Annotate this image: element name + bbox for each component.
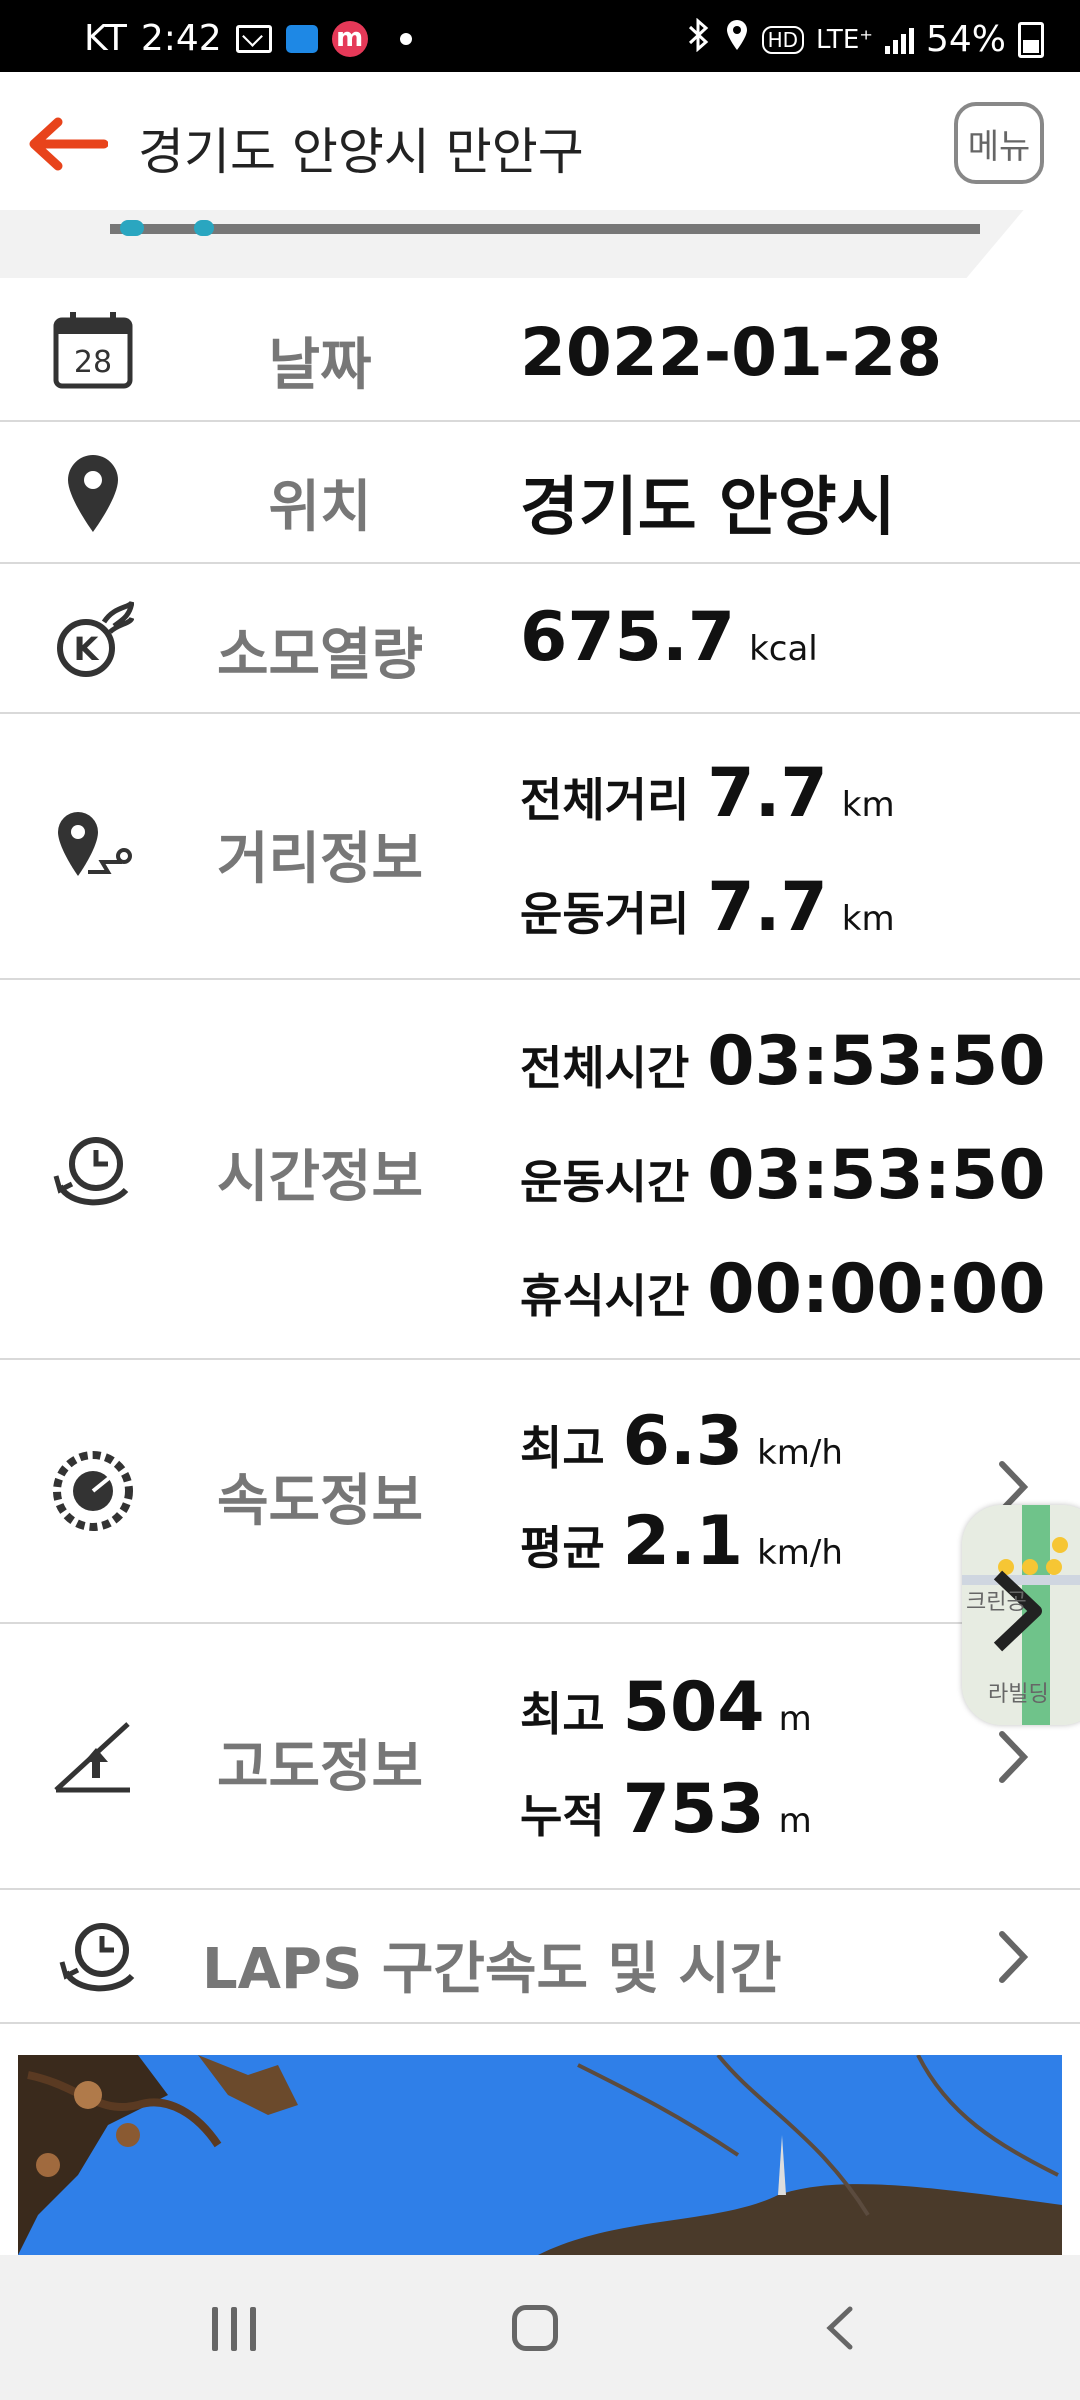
location-label: 위치: [268, 475, 372, 540]
location-icon: [724, 18, 750, 61]
max-speed-label: 최고: [520, 1421, 605, 1475]
network-type: LTE⁺: [816, 24, 873, 55]
route-marker: [194, 220, 214, 236]
location-value: 경기도 안양시: [520, 471, 896, 545]
row-time: 시간정보 전체시간 03:53:50 운동시간 03:53:50 휴식시간 00…: [0, 980, 1080, 1360]
max-speed-value: 6.3: [622, 1402, 744, 1481]
location-pin-icon: [52, 452, 134, 534]
system-nav-bar: [0, 2255, 1080, 2400]
moving-distance-value: 7.7: [707, 868, 828, 947]
moving-distance-unit: km: [841, 899, 895, 939]
back-icon[interactable]: [820, 2305, 860, 2351]
notification-dot-icon: [399, 32, 412, 45]
avg-speed-unit: km/h: [757, 1533, 843, 1573]
laps-label: LAPS 구간속도 및 시간: [202, 1937, 782, 2002]
map-edge: [939, 210, 1080, 278]
clock-rewind-icon: [58, 1916, 140, 1998]
distance-label: 거리정보: [216, 827, 424, 892]
calendar-icon: 28: [52, 308, 134, 390]
calorie-flame-icon: K: [52, 600, 135, 682]
cumulative-altitude-value: 753: [622, 1770, 765, 1849]
rest-time-label: 휴식시간: [520, 1269, 690, 1323]
clock-time: 2:42: [140, 18, 222, 59]
recent-apps-icon[interactable]: [212, 2307, 256, 2351]
row-altitude[interactable]: 고도정보 최고 504 m 누적 753 m: [0, 1624, 1080, 1890]
calories-value: 675.7: [520, 598, 736, 677]
map-preview-strip[interactable]: [0, 210, 1080, 278]
route-road: [110, 224, 980, 234]
chevron-right-icon[interactable]: [996, 1730, 1030, 1784]
max-altitude-label: 최고: [520, 1687, 605, 1741]
row-calories: K 소모열량 675.7 kcal: [0, 564, 1080, 714]
m-app-icon: m: [331, 20, 368, 57]
wallet-icon: [285, 24, 318, 53]
cumulative-altitude-unit: m: [778, 1801, 812, 1841]
row-laps[interactable]: LAPS 구간속도 및 시간: [0, 1890, 1080, 2024]
chevron-right-icon[interactable]: [996, 1930, 1030, 1984]
date-label: 날짜: [268, 333, 372, 398]
max-speed-unit: km/h: [757, 1433, 843, 1473]
hd-icon: HD: [761, 25, 805, 54]
speed-label: 속도정보: [216, 1469, 424, 1534]
moving-time-label: 운동시간: [520, 1155, 690, 1209]
total-time-value: 03:53:50: [707, 1022, 1046, 1101]
bluetooth-icon: [686, 17, 712, 61]
signal-icon: [884, 26, 914, 54]
route-pin-icon: [52, 806, 134, 888]
map-thumbnail[interactable]: 크린공 라빌딩: [962, 1505, 1080, 1725]
moving-distance-label: 운동거리: [520, 887, 690, 941]
calories-unit: kcal: [749, 629, 818, 669]
date-value: 2022-01-28: [520, 314, 943, 391]
page-title: 경기도 안양시 만안구: [138, 123, 584, 181]
route-marker: [120, 220, 144, 236]
mail-icon: [235, 24, 272, 53]
back-arrow-icon[interactable]: [24, 114, 109, 174]
map-label: 라빌딩: [988, 1682, 1049, 1707]
total-distance-value: 7.7: [707, 754, 828, 833]
activity-photo[interactable]: [18, 2055, 1062, 2255]
home-icon[interactable]: [512, 2305, 558, 2351]
speedometer-icon: [52, 1450, 134, 1532]
calendar-day: 28: [74, 345, 112, 380]
carrier-label: KT: [84, 18, 127, 59]
battery-icon: [1018, 21, 1044, 58]
status-bar: KT 2:42 m HD LTE⁺ 54%: [0, 0, 1080, 72]
total-time-label: 전체시간: [520, 1041, 690, 1095]
moving-time-value: 03:53:50: [707, 1136, 1046, 1215]
battery-percent: 54%: [925, 19, 1006, 60]
svg-text:K: K: [74, 630, 100, 668]
row-location: 위치 경기도 안양시: [0, 422, 1080, 564]
total-distance-label: 전체거리: [520, 773, 690, 827]
clock-rewind-icon: [52, 1130, 134, 1212]
total-distance-unit: km: [841, 785, 895, 825]
max-altitude-value: 504: [622, 1668, 765, 1747]
rest-time-value: 00:00:00: [707, 1250, 1046, 1329]
time-label: 시간정보: [216, 1145, 424, 1210]
avg-speed-value: 2.1: [622, 1502, 744, 1581]
row-date: 28 날짜 2022-01-28: [0, 278, 1080, 422]
altitude-label: 고도정보: [216, 1735, 424, 1800]
altitude-slope-icon: [52, 1716, 134, 1798]
max-altitude-unit: m: [778, 1699, 812, 1739]
cumulative-altitude-label: 누적: [520, 1789, 605, 1843]
app-header: 경기도 안양시 만안구 메뉴: [0, 72, 1080, 211]
row-speed[interactable]: 속도정보 최고 6.3 km/h 평균 2.1 km/h: [0, 1360, 1080, 1624]
menu-button[interactable]: 메뉴: [954, 102, 1044, 184]
map-label: 크린공: [966, 1590, 1027, 1615]
avg-speed-label: 평균: [520, 1521, 605, 1575]
calories-label: 소모열량: [216, 623, 424, 688]
row-distance: 거리정보 전체거리 7.7 km 운동거리 7.7 km: [0, 714, 1080, 980]
